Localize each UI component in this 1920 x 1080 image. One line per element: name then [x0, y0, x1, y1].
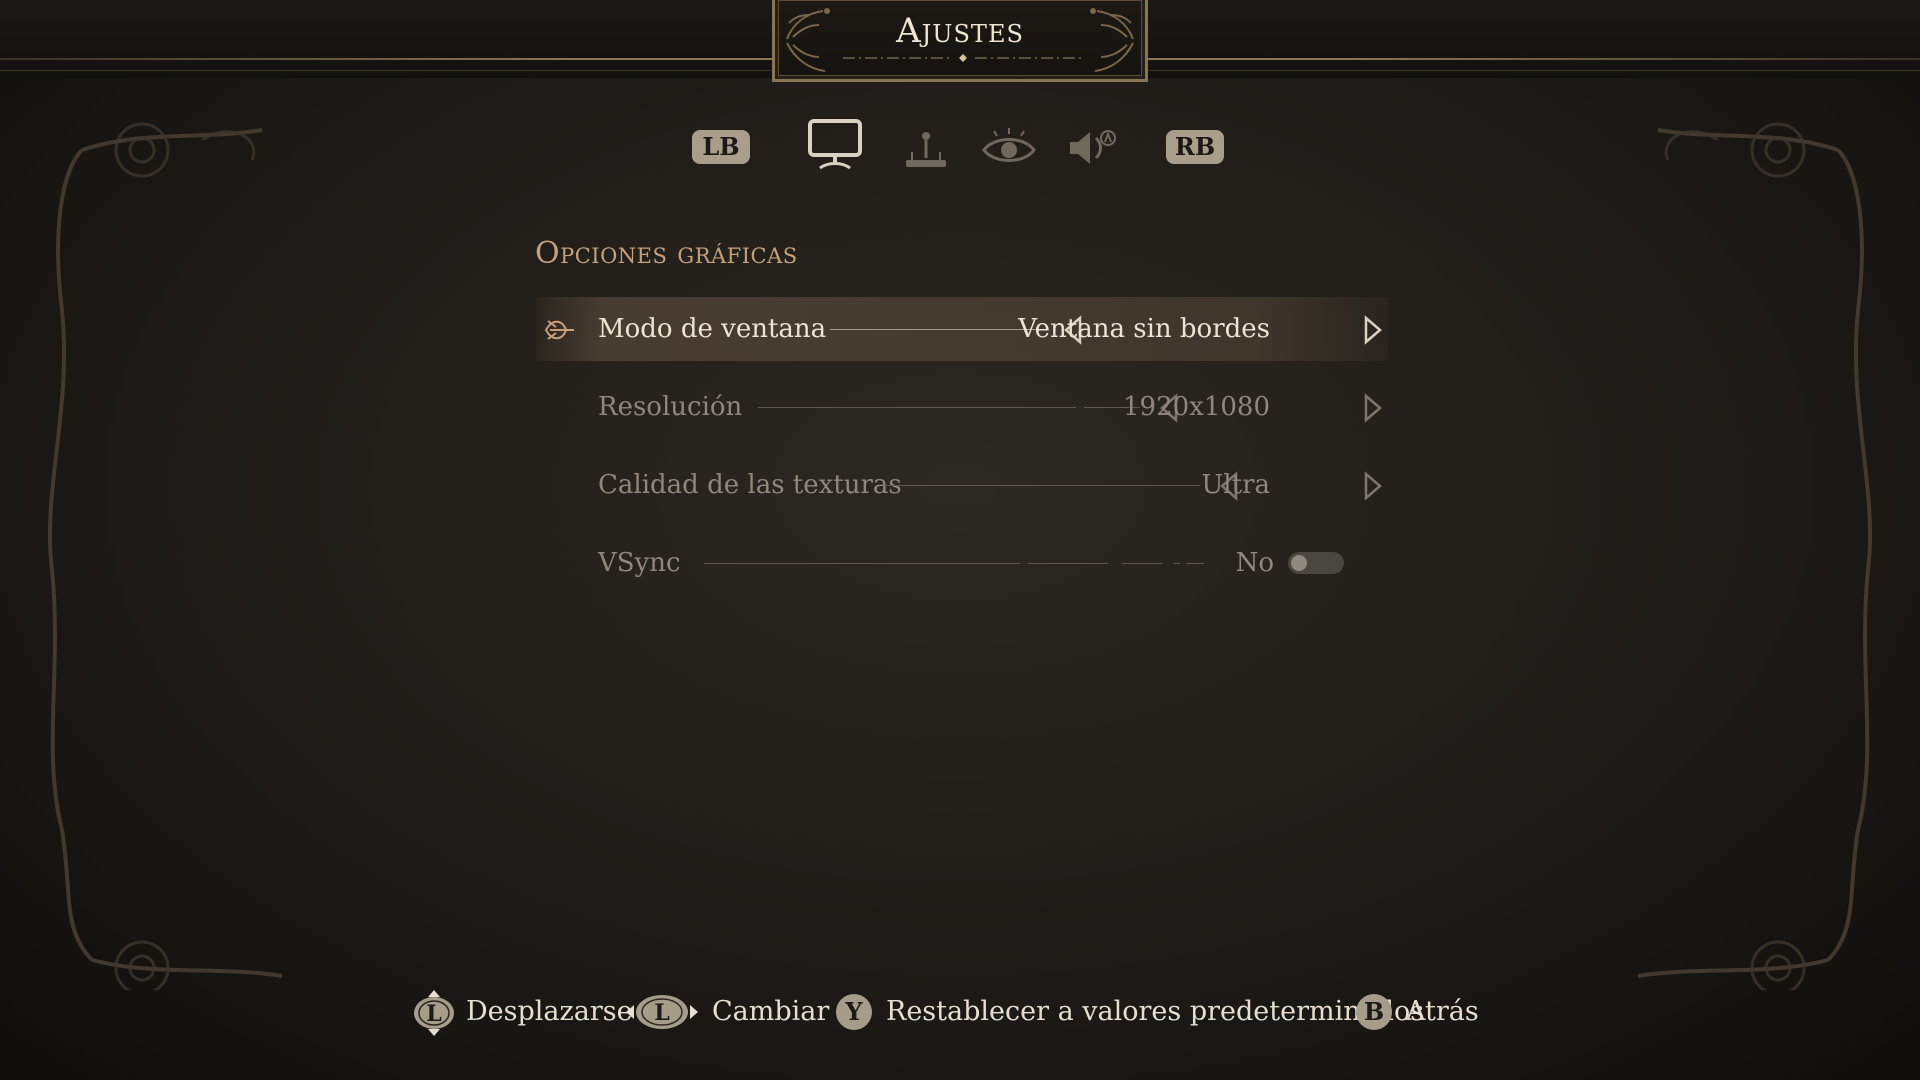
setting-value: 1920x1080 — [1123, 392, 1270, 422]
setting-row-window-mode[interactable]: Modo de ventana Ventana sin bordes — [536, 297, 1388, 361]
settings-screen: Ajustes LB RB Opciones gráficas Modo de … — [0, 0, 1920, 1080]
joystick-icon[interactable] — [902, 128, 950, 170]
setting-value: Ventana sin bordes — [1018, 314, 1270, 344]
leader-line — [1174, 563, 1180, 564]
hint-reset[interactable]: Y Restablecer a valores predeterminados — [836, 990, 1424, 1034]
leader-line — [758, 407, 1076, 408]
title-plate: Ajustes — [772, 0, 1148, 82]
eye-icon[interactable] — [980, 124, 1038, 170]
arrow-right-icon[interactable] — [1362, 471, 1384, 501]
setting-label: Modo de ventana — [598, 314, 827, 344]
monitor-icon[interactable] — [806, 118, 864, 170]
arrow-right-icon[interactable] — [1362, 393, 1384, 423]
hint-scroll[interactable]: L Desplazarse — [410, 990, 633, 1036]
hint-label: Desplazarse — [466, 996, 633, 1027]
left-stick-vertical-icon: L — [414, 990, 454, 1036]
setting-label: VSync — [598, 548, 681, 578]
hint-label: Restablecer a valores predeterminados — [886, 996, 1425, 1027]
hint-label: Cambiar — [712, 996, 830, 1027]
speaker-icon[interactable] — [1066, 128, 1118, 168]
setting-value: Ultra — [1201, 470, 1270, 500]
b-button-icon: B — [1356, 994, 1392, 1030]
setting-label: Calidad de las texturas — [598, 470, 902, 500]
toggle-knob — [1291, 555, 1307, 571]
leader-line — [830, 329, 1046, 330]
setting-row-vsync[interactable]: VSync No — [536, 531, 1388, 595]
setting-label: Resolución — [598, 392, 743, 422]
leader-line — [884, 485, 1200, 486]
page-title: Ajustes — [896, 11, 1024, 51]
setting-row-texture-quality[interactable]: Calidad de las texturas Ultra — [536, 453, 1388, 517]
setting-value: No — [1235, 548, 1274, 578]
leader-line — [1028, 563, 1108, 564]
left-stick-horizontal-icon: L — [626, 995, 698, 1029]
leader-line — [704, 563, 1020, 564]
vsync-toggle[interactable] — [1288, 552, 1344, 574]
leader-line — [1122, 563, 1162, 564]
setting-row-resolution[interactable]: Resolución 1920x1080 — [536, 375, 1388, 439]
hint-label: Atrás — [1406, 996, 1479, 1027]
arrow-right-icon[interactable] — [1362, 315, 1384, 345]
title-divider — [843, 54, 1083, 62]
leader-line — [1186, 563, 1204, 564]
svg-text:L: L — [426, 1001, 441, 1027]
tab-next-bumper[interactable]: RB — [1166, 130, 1224, 164]
section-title: Opciones gráficas — [535, 236, 798, 271]
hint-change[interactable]: L Cambiar — [626, 990, 829, 1034]
y-button-icon: Y — [836, 994, 872, 1030]
hint-back[interactable]: B Atrás — [1356, 990, 1496, 1034]
selection-cursor-icon — [544, 320, 574, 340]
svg-text:L: L — [654, 1000, 669, 1026]
tab-prev-bumper[interactable]: LB — [692, 130, 750, 164]
